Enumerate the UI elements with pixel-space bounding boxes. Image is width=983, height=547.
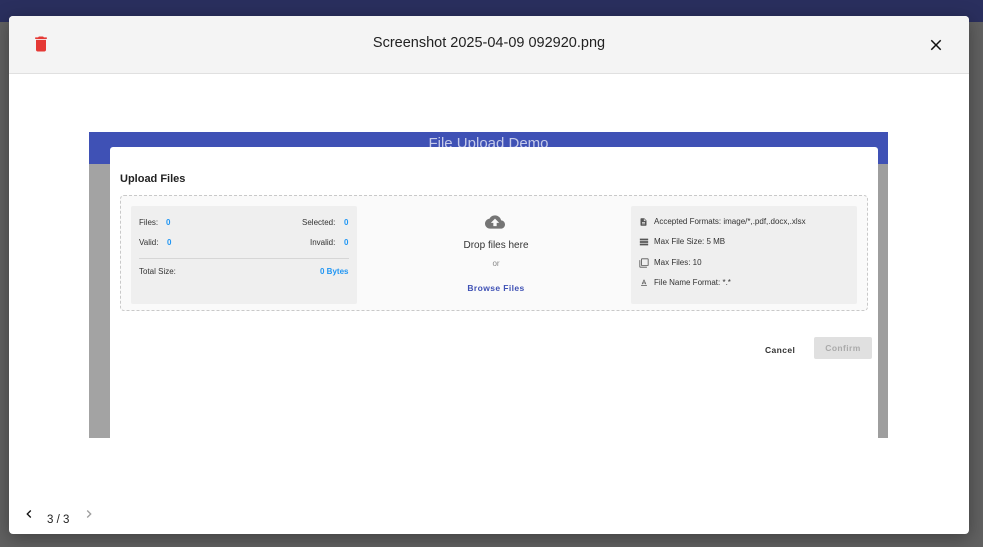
- file-icon: [640, 218, 647, 226]
- close-icon: [930, 39, 942, 51]
- valid-value: 0: [167, 238, 172, 247]
- preview-cancel-button: Cancel: [765, 345, 796, 355]
- viewer-header: Screenshot 2025-04-09 092920.png: [9, 16, 969, 74]
- browse-files-button: Browse Files: [467, 283, 525, 293]
- max-file-size-text: Max File Size: 5 MB: [654, 237, 726, 246]
- viewer-title: Screenshot 2025-04-09 092920.png: [372, 35, 606, 51]
- files-value: 0: [166, 218, 171, 227]
- preview-backdrop: [89, 164, 110, 438]
- chevron-left-icon: [26, 510, 32, 518]
- preview-dialog-title: Upload Files: [120, 173, 186, 185]
- cloud-upload-icon: [485, 215, 505, 229]
- files-label: Files:: [139, 218, 159, 227]
- screenshot-preview: File Upload Demo Upload Files Files: 0 S…: [89, 132, 888, 438]
- selected-label: Selected:: [302, 218, 336, 227]
- max-files-text: Max Files: 10: [654, 258, 702, 267]
- next-button[interactable]: [81, 506, 97, 522]
- accepted-formats-text: Accepted Formats: image/*,.pdf,.docx,.xl…: [654, 217, 806, 226]
- files-stack-icon: [639, 258, 649, 268]
- preview-rules-panel: Accepted Formats: image/*,.pdf,.docx,.xl…: [631, 206, 857, 304]
- file-name-format-text: File Name Format: *.*: [654, 278, 731, 287]
- image-viewer-modal: Screenshot 2025-04-09 092920.png File Up…: [9, 16, 969, 534]
- preview-upload-dialog: Upload Files Files: 0 Selected: 0 Valid:…: [110, 147, 878, 438]
- preview-drop-area: Drop files here or Browse Files: [381, 196, 611, 310]
- preview-stats-panel: Files: 0 Selected: 0 Valid: 0 Invalid: 0…: [131, 206, 357, 304]
- total-size-label: Total Size:: [139, 267, 176, 276]
- invalid-value: 0: [344, 238, 349, 247]
- close-button[interactable]: [927, 36, 945, 54]
- stats-divider: [139, 258, 349, 259]
- total-size-value: 0 Bytes: [320, 267, 349, 276]
- preview-dropzone: Files: 0 Selected: 0 Valid: 0 Invalid: 0…: [120, 195, 868, 311]
- page-indicator: 3 / 3: [47, 514, 70, 526]
- storage-icon: [639, 238, 649, 246]
- valid-label: Valid:: [139, 238, 159, 247]
- previous-button[interactable]: [21, 506, 37, 522]
- preview-confirm-button: Confirm: [814, 337, 872, 359]
- chevron-right-icon: [86, 510, 92, 518]
- drop-files-text: Drop files here: [463, 240, 529, 251]
- or-text: or: [492, 259, 500, 268]
- selected-value: 0: [344, 218, 349, 227]
- invalid-label: Invalid:: [310, 238, 336, 247]
- text-format-icon: [641, 279, 647, 286]
